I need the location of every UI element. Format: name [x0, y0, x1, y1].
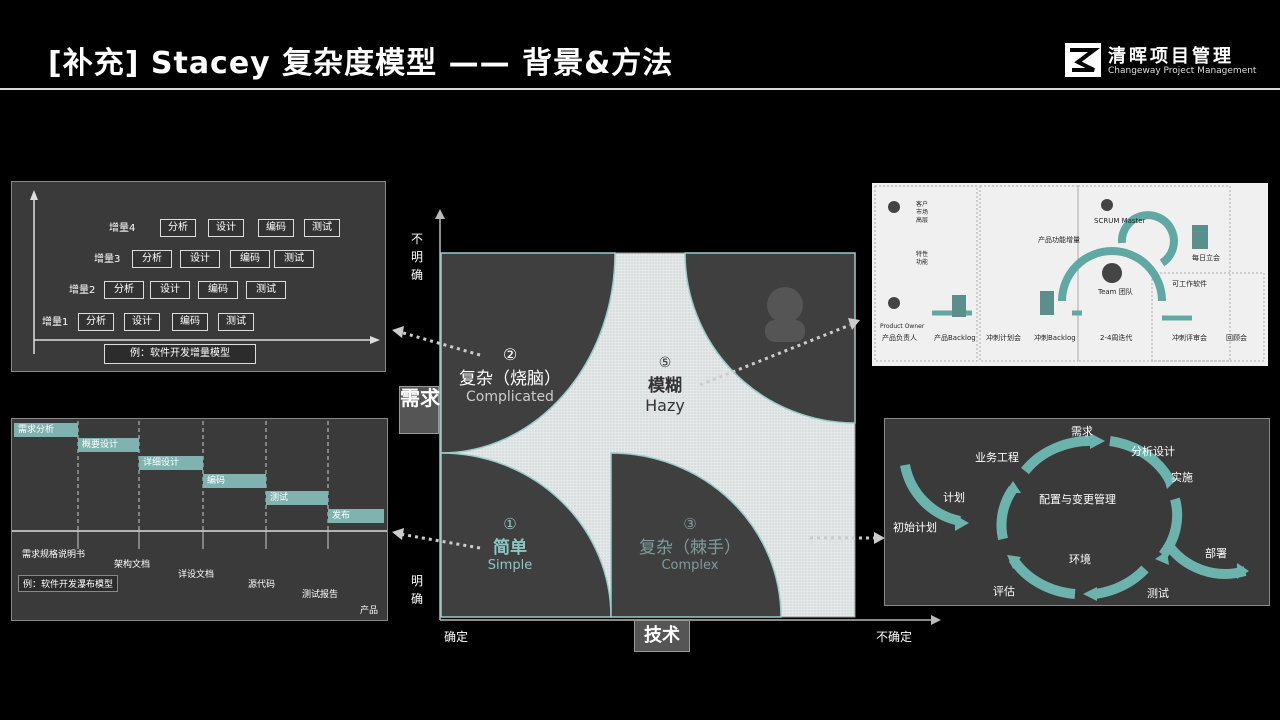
scrum-label-product-owner-en: Product Owner — [880, 323, 925, 330]
cycle-label-requirements: 需求 — [1071, 425, 1093, 438]
scrum-panel: 客户 市场 高层 特性 功能 Product Owner 产品负责人 产品Bac… — [872, 183, 1268, 366]
page-title: [补充] Stacey 复杂度模型 —— 背景&方法 — [48, 46, 674, 81]
waterfall-stage-release: 发布 — [328, 509, 384, 523]
waterfall-model-panel: 需求分析 概要设计 详细设计 编码 测试 发布 需求规格说明书 架构文档 详设文… — [11, 418, 388, 621]
scrum-label-iteration: 2-4周迭代 — [1100, 334, 1133, 342]
scrum-label-working-software: 可工作软件 — [1172, 280, 1207, 288]
scrum-label-sprint-backlog: 冲刺Backlog — [1034, 334, 1076, 342]
waterfall-stage-coding: 编码 — [203, 474, 266, 488]
increment-3-label: 增量3 — [94, 254, 121, 265]
waterfall-stage-requirements: 需求分析 — [14, 423, 78, 437]
increment-1-design: 设计 — [124, 313, 160, 331]
scrum-label-team: Team 团队 — [1098, 288, 1133, 296]
cycle-label-deployment: 部署 — [1205, 547, 1227, 560]
zone-simple-en: Simple — [487, 558, 533, 573]
waterfall-output-product: 产品 — [360, 606, 379, 616]
y-axis-top-label: 不明确 — [410, 232, 423, 282]
increment-4-design: 设计 — [208, 219, 244, 237]
waterfall-caption: 例：软件开发瀑布模型 — [18, 575, 119, 592]
increment-2-analysis: 分析 — [104, 281, 144, 299]
waterfall-output-architecture: 架构文档 — [114, 560, 151, 570]
x-axis-label: 技术 — [634, 620, 690, 652]
increment-1-testing: 测试 — [218, 313, 254, 331]
waterfall-output-spec: 需求规格说明书 — [22, 550, 86, 560]
incremental-caption: 例：软件开发增量模型 — [104, 344, 256, 364]
scrum-label-product-owner: 产品负责人 — [882, 334, 917, 342]
increment-3-design: 设计 — [180, 250, 220, 268]
increment-2-coding: 编码 — [198, 281, 238, 299]
cycle-label-evaluation: 评估 — [993, 585, 1015, 598]
scrum-label-daily-standup: 每日立会 — [1192, 254, 1220, 262]
scrum-label-sprint-review: 冲刺评审会 — [1172, 334, 1207, 342]
scrum-label-executives: 高层 — [916, 217, 929, 224]
zone-complex-en: Complex — [661, 558, 719, 573]
cycle-label-business-engineering: 业务工程 — [975, 451, 1019, 464]
cycle-label-analysis-design: 分析设计 — [1131, 445, 1175, 458]
cycle-label-environment: 环境 — [1069, 553, 1091, 566]
increment-4-label: 增量4 — [109, 223, 136, 234]
increment-1-coding: 编码 — [172, 313, 208, 331]
scrum-label-increment: 产品功能增量 — [1038, 236, 1080, 244]
waterfall-stage-detail-design: 详细设计 — [139, 456, 203, 470]
waterfall-stage-outline-design: 概要设计 — [78, 438, 139, 452]
increment-2-design: 设计 — [150, 281, 190, 299]
scrum-label-scrum-master: SCRUM Master — [1094, 217, 1146, 225]
increment-1-analysis: 分析 — [78, 313, 114, 331]
logo-text-en: Changeway Project Management — [1108, 66, 1257, 76]
waterfall-output-test-report: 测试报告 — [302, 590, 339, 600]
connector-arrows — [392, 318, 885, 550]
scrum-label-product-backlog: 产品Backlog — [934, 334, 976, 342]
iterative-cycle-panel: 配置与变更管理 需求 分析设计 实施 业务工程 计划 初始计划 环境 评估 测试… — [884, 418, 1270, 606]
x-axis-left-label: 确定 — [444, 630, 469, 644]
cycle-label-initial-plan: 初始计划 — [893, 521, 937, 534]
waterfall-output-source-code: 源代码 — [248, 580, 276, 590]
cycle-label-plan: 计划 — [943, 491, 965, 504]
increment-4-coding: 编码 — [258, 219, 294, 237]
increment-2-label: 增量2 — [69, 285, 96, 296]
scrum-label-retrospective: 回顾会 — [1226, 334, 1247, 342]
logo-text-cn: 清晖项目管理 — [1108, 46, 1234, 67]
increment-4-analysis: 分析 — [160, 219, 196, 237]
company-logo: 清晖项目管理 Changeway Project Management — [1064, 40, 1257, 82]
cycle-center-label: 配置与变更管理 — [1039, 493, 1116, 506]
incremental-model-panel: 增量4 分析 设计 编码 测试 增量3 分析 设计 编码 测试 增量2 分析 设… — [11, 181, 386, 372]
increment-3-coding: 编码 — [230, 250, 270, 268]
waterfall-stage-testing: 测试 — [266, 491, 328, 505]
increment-4-testing: 测试 — [304, 219, 340, 237]
x-axis-right-label: 不确定 — [876, 630, 913, 644]
increment-1-label: 增量1 — [42, 317, 69, 328]
increment-3-testing: 测试 — [274, 250, 314, 268]
y-axis-bottom-label: 明确 — [410, 574, 423, 606]
cycle-label-testing: 测试 — [1147, 587, 1169, 600]
scrum-label-sprint-planning: 冲刺计划会 — [986, 334, 1021, 342]
waterfall-output-detail-doc: 详设文档 — [178, 570, 215, 580]
increment-3-analysis: 分析 — [132, 250, 172, 268]
increment-2-testing: 测试 — [246, 281, 286, 299]
cycle-label-implementation: 实施 — [1171, 471, 1193, 484]
header-divider — [0, 88, 1280, 90]
logo-mark-icon — [1065, 43, 1101, 77]
scrum-label-function: 功能 — [916, 259, 929, 266]
